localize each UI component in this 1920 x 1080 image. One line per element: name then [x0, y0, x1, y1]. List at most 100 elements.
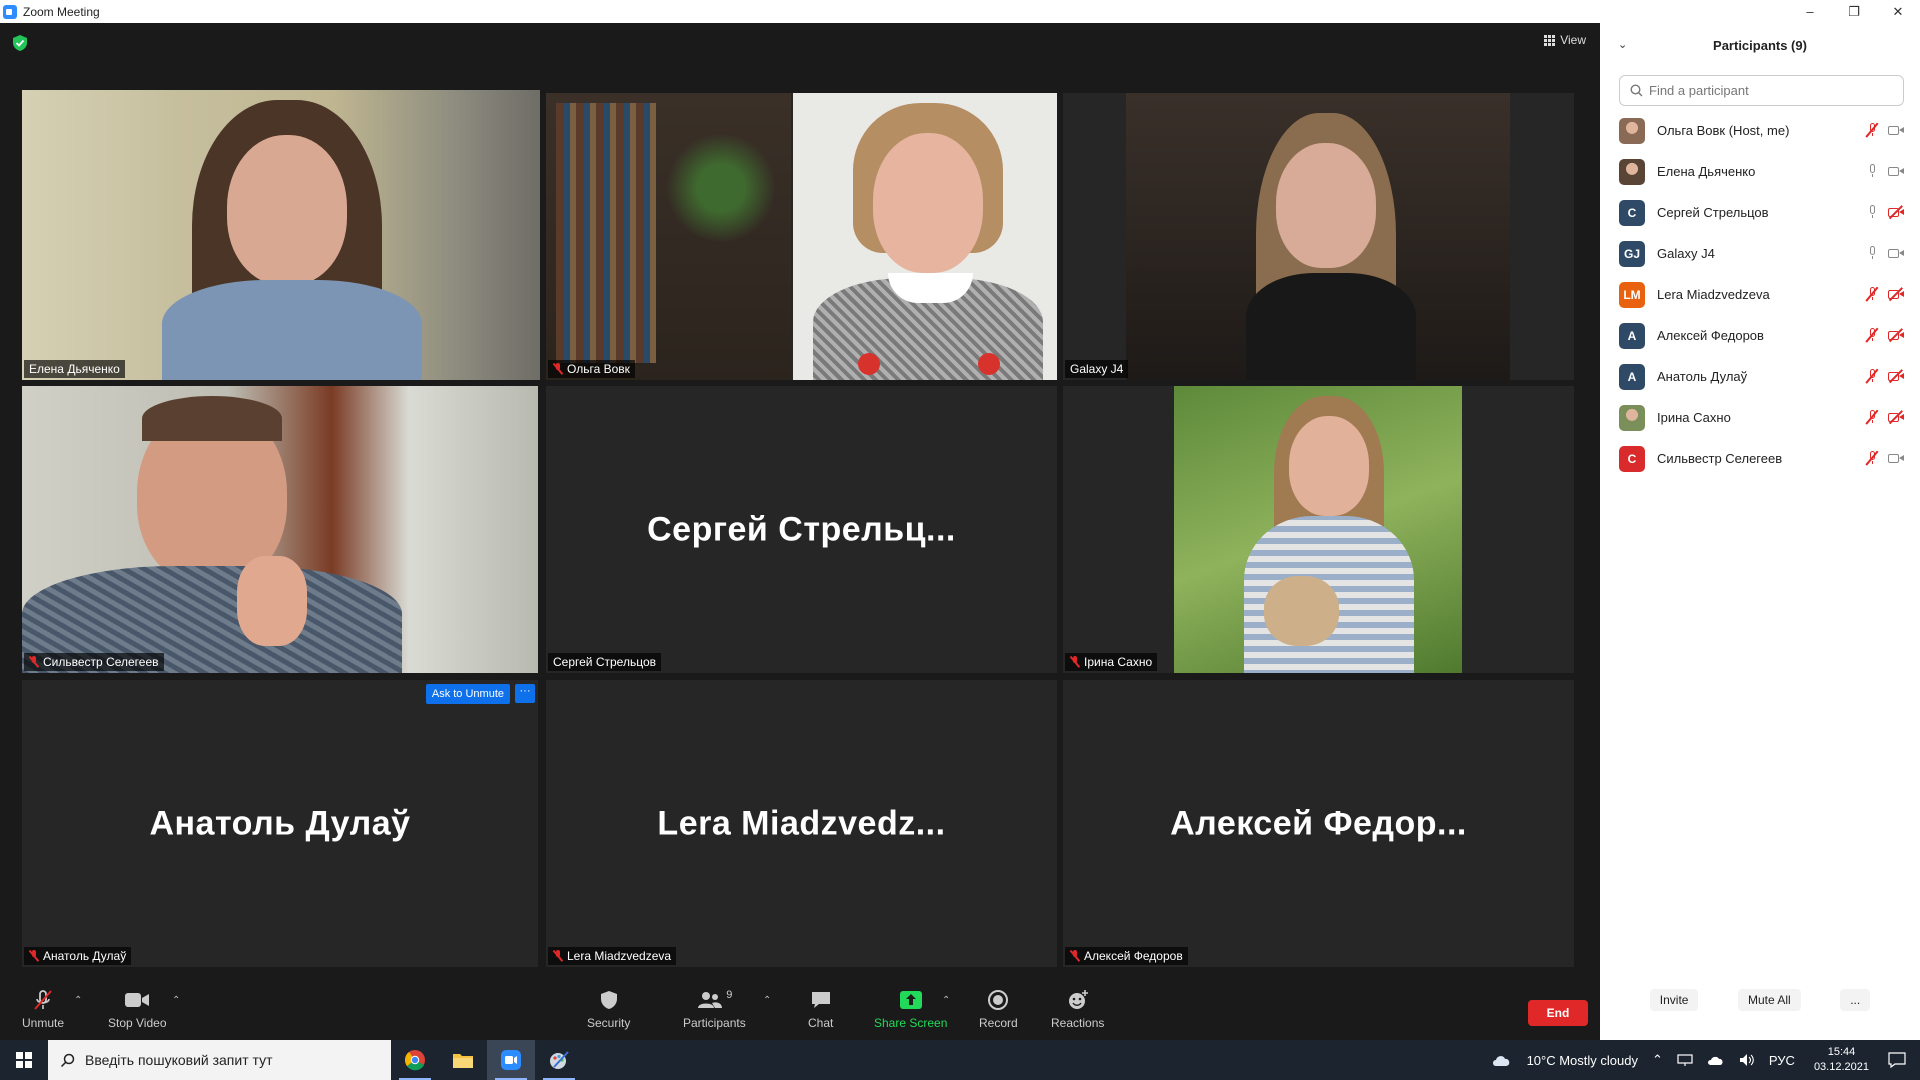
video-tile-silvestr[interactable]: Сильвестр Селегеев [22, 386, 538, 673]
mic-icon[interactable] [1865, 246, 1879, 260]
close-button[interactable]: ✕ [1876, 0, 1920, 23]
mic-muted-icon[interactable] [1865, 450, 1879, 466]
participant-row[interactable]: LM Lera Miadzvedzeva [1600, 274, 1920, 315]
record-button[interactable]: Record [979, 989, 1018, 1030]
participant-row[interactable]: C Сильвестр Селегеев [1600, 438, 1920, 479]
participant-status-icons [1865, 122, 1906, 138]
paint-taskbar-app[interactable] [535, 1040, 583, 1080]
volume-icon[interactable] [1739, 1053, 1755, 1067]
video-feed [546, 93, 791, 380]
participant-avatar: A [1619, 363, 1645, 390]
mic-muted-icon[interactable] [1865, 286, 1879, 302]
camera-off-icon[interactable] [1888, 328, 1906, 342]
show-hidden-icons-chevron-icon[interactable]: ⌃ [1652, 1052, 1663, 1068]
participant-avatar [1619, 158, 1645, 185]
chrome-taskbar-app[interactable] [391, 1040, 439, 1080]
participant-avatar: GJ [1619, 240, 1645, 267]
mic-muted-icon [1070, 950, 1080, 962]
weather-text[interactable]: 10°C Mostly cloudy [1527, 1053, 1638, 1068]
participant-row[interactable]: C Сергей Стрельцов [1600, 192, 1920, 233]
camera-off-icon[interactable] [1888, 369, 1906, 383]
invite-button[interactable]: Invite [1649, 989, 1699, 1011]
video-tile-anatol[interactable]: Ask to Unmute ··· Анатоль Дулаў Анатоль … [22, 680, 538, 967]
notifications-icon[interactable] [1888, 1052, 1906, 1068]
collapse-chevron-icon[interactable]: ⌄ [1618, 38, 1627, 51]
mic-muted-icon [1070, 656, 1080, 668]
unmute-button[interactable]: Unmute [22, 989, 64, 1030]
participant-row[interactable]: Ірина Сахно [1600, 397, 1920, 438]
camera-icon[interactable] [1888, 165, 1906, 177]
video-tile-lera[interactable]: Lera Miadzvedz... Lera Miadzvedzeva [546, 680, 1057, 967]
reactions-smiley-icon [1068, 990, 1088, 1009]
participant-name: Алексей Федоров [1657, 328, 1764, 343]
mic-muted-icon[interactable] [1865, 122, 1879, 138]
participants-button[interactable]: 9 Participants [683, 989, 746, 1030]
video-tile-elena[interactable]: Елена Дьяченко [22, 90, 540, 380]
participant-big-name: Алексей Федор... [1170, 804, 1467, 842]
participant-row[interactable]: Ольга Вовк (Host, me) [1600, 110, 1920, 151]
share-screen-button[interactable]: Share Screen [874, 989, 947, 1030]
mic-icon[interactable] [1865, 164, 1879, 178]
mic-muted-icon[interactable] [1865, 327, 1879, 343]
mic-icon[interactable] [1865, 205, 1879, 219]
panel-footer: Invite Mute All ... [1600, 980, 1920, 1020]
participant-avatar: C [1619, 445, 1645, 472]
share-options-caret[interactable]: ⌃ [942, 995, 950, 1006]
security-button[interactable]: Security [587, 989, 630, 1030]
paint-brush-icon [550, 1051, 569, 1069]
participant-row[interactable]: GJ Galaxy J4 [1600, 233, 1920, 274]
participants-options-caret[interactable]: ⌃ [763, 995, 771, 1006]
mic-muted-icon[interactable] [1865, 368, 1879, 384]
camera-icon[interactable] [1888, 452, 1906, 464]
onedrive-cloud-icon[interactable] [1707, 1054, 1725, 1066]
mic-muted-icon [34, 990, 52, 1010]
ask-to-unmute-button[interactable]: Ask to Unmute [425, 684, 510, 704]
weather-cloud-icon [1492, 1056, 1509, 1066]
end-meeting-button[interactable]: End [1528, 1000, 1588, 1026]
video-tile-iryna[interactable]: Ірина Сахно [1063, 386, 1574, 673]
panel-more-button[interactable]: ... [1840, 989, 1871, 1011]
participant-name-tag: Lera Miadzvedzeva [548, 947, 677, 965]
view-label: View [1560, 33, 1586, 47]
participant-status-icons [1865, 286, 1906, 302]
video-tile-olga[interactable]: Ольга Вовк [546, 93, 1057, 380]
taskbar-clock[interactable]: 15:44 03.12.2021 [1814, 1045, 1869, 1075]
participant-row[interactable]: A Алексей Федоров [1600, 315, 1920, 356]
tile-more-button[interactable]: ··· [515, 684, 535, 703]
participant-row[interactable]: Елена Дьяченко [1600, 151, 1920, 192]
windows-logo-icon [16, 1052, 32, 1068]
view-button[interactable]: View [1544, 33, 1586, 47]
chat-button[interactable]: Chat [808, 989, 833, 1030]
network-icon[interactable] [1677, 1053, 1693, 1067]
zoom-icon [501, 1050, 521, 1070]
minimize-button[interactable]: – [1788, 0, 1832, 23]
camera-icon[interactable] [1888, 247, 1906, 259]
video-tile-sergey[interactable]: Сергей Стрельц... Сергей Стрельцов [546, 386, 1057, 673]
video-feed [1174, 386, 1462, 673]
video-feed [22, 90, 540, 380]
mute-all-button[interactable]: Mute All [1737, 989, 1801, 1011]
file-explorer-taskbar-app[interactable] [439, 1040, 487, 1080]
start-button[interactable] [0, 1040, 48, 1080]
video-tile-aleksey[interactable]: Алексей Федор... Алексей Федоров [1063, 680, 1574, 967]
participant-row[interactable]: A Анатоль Дулаў [1600, 356, 1920, 397]
encryption-shield-icon[interactable] [13, 35, 27, 51]
reactions-button[interactable]: Reactions [1051, 989, 1104, 1030]
participant-search-input[interactable] [1649, 83, 1889, 98]
camera-off-icon[interactable] [1888, 205, 1906, 219]
input-language[interactable]: РУС [1769, 1053, 1795, 1068]
camera-off-icon[interactable] [1888, 410, 1906, 424]
taskbar-search[interactable]: Введіть пошуковий запит тут [48, 1040, 391, 1080]
meeting-toolbar: Unmute ⌃ Stop Video ⌃ Security 9 Partici… [0, 975, 1600, 1040]
mic-muted-icon[interactable] [1865, 409, 1879, 425]
stop-video-button[interactable]: Stop Video [108, 989, 167, 1030]
folder-icon [453, 1054, 473, 1068]
video-tile-galaxy-j4[interactable]: Galaxy J4 [1063, 93, 1574, 380]
zoom-taskbar-app[interactable] [487, 1040, 535, 1080]
restore-button[interactable]: ❐ [1832, 0, 1876, 23]
participant-name: Анатоль Дулаў [1657, 369, 1748, 384]
video-options-caret[interactable]: ⌃ [172, 995, 180, 1006]
camera-off-icon[interactable] [1888, 287, 1906, 301]
camera-icon[interactable] [1888, 124, 1906, 136]
audio-options-caret[interactable]: ⌃ [74, 995, 82, 1006]
